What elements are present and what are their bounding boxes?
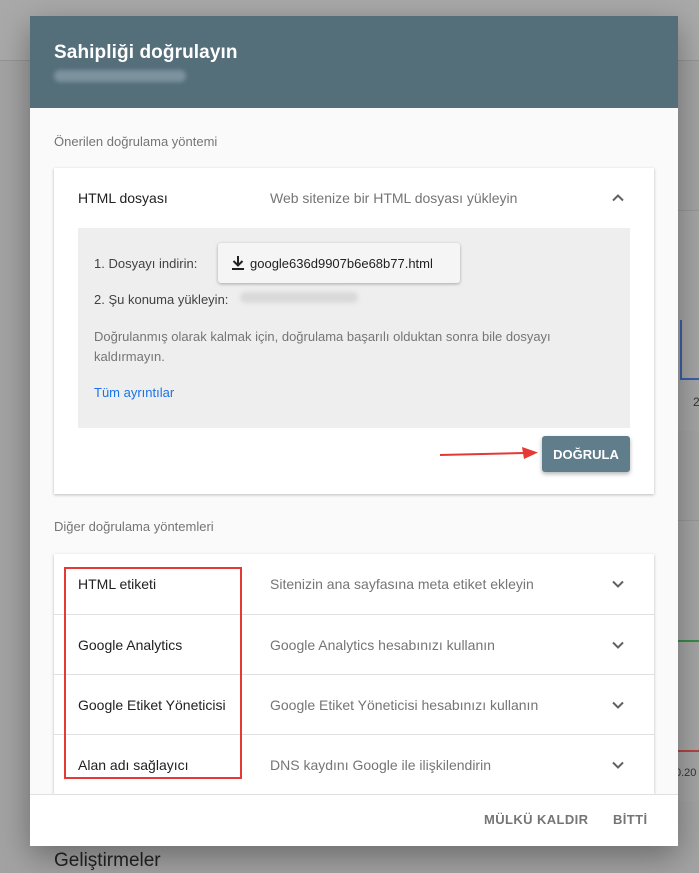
done-button[interactable]: BİTTİ xyxy=(613,812,648,827)
keep-file-note: Doğrulanmış olarak kalmak için, doğrulam… xyxy=(94,329,551,364)
background-section-title: Geliştirmeler xyxy=(54,850,161,871)
chevron-down-icon[interactable] xyxy=(608,574,628,594)
method-name: HTML dosyası xyxy=(78,190,168,206)
other-methods-label: Diğer doğrulama yöntemleri xyxy=(54,519,214,534)
red-highlight-annotation xyxy=(64,567,242,779)
chevron-up-icon[interactable] xyxy=(608,188,628,208)
verify-ownership-dialog: Sahipliği doğrulayın Önerilen doğrulama … xyxy=(30,16,678,846)
chevron-down-icon[interactable] xyxy=(608,635,628,655)
all-details-link[interactable]: Tüm ayrıntılar xyxy=(94,385,174,400)
method-description: Web sitenize bir HTML dosyası yükleyin xyxy=(270,190,518,206)
background-card xyxy=(677,520,699,801)
upload-location-redacted xyxy=(240,292,358,303)
download-file-name: google636d9907b6e68b77.html xyxy=(250,255,433,271)
verify-button[interactable]: DOĞRULA xyxy=(542,436,630,472)
step2-label: 2. Şu konuma yükleyin: xyxy=(94,292,229,307)
download-icon xyxy=(232,256,244,270)
property-url-redacted xyxy=(54,70,186,82)
dialog-header: Sahipliği doğrulayın xyxy=(30,16,678,108)
step1-label: 1. Dosyayı indirin: xyxy=(94,256,198,271)
chevron-down-icon[interactable] xyxy=(608,755,628,775)
method-description: Google Etiket Yöneticisi hesabınızı kull… xyxy=(270,697,539,713)
dialog-title: Sahipliği doğrulayın xyxy=(54,42,238,63)
method-description: Sitenizin ana sayfasına meta etiket ekle… xyxy=(270,576,534,592)
remove-property-button[interactable]: MÜLKÜ KALDIR xyxy=(484,812,588,827)
recommended-method-card: HTML dosyası Web sitenize bir HTML dosya… xyxy=(54,168,654,494)
method-description: Google Analytics hesabınızı kullanın xyxy=(270,637,495,653)
method-description: DNS kaydını Google ile ilişkilendirin xyxy=(270,757,491,773)
background-chart-line xyxy=(680,320,699,380)
red-arrow-annotation xyxy=(440,447,538,459)
html-file-method-header[interactable]: HTML dosyası Web sitenize bir HTML dosya… xyxy=(54,168,654,228)
background-chart-line-red xyxy=(677,750,699,752)
dialog-footer: MÜLKÜ KALDIR BİTTİ xyxy=(30,794,678,846)
background-chart-line-green xyxy=(677,640,699,642)
html-file-instructions: 1. Dosyayı indirin: google636d9907b6e68b… xyxy=(78,228,630,428)
recommended-method-label: Önerilen doğrulama yöntemi xyxy=(54,134,218,149)
chevron-down-icon[interactable] xyxy=(608,695,628,715)
background-chart-tick: 0.20 xyxy=(675,767,697,779)
background-chart-tick: 2 xyxy=(693,395,699,409)
download-file-button[interactable]: google636d9907b6e68b77.html xyxy=(218,243,460,283)
